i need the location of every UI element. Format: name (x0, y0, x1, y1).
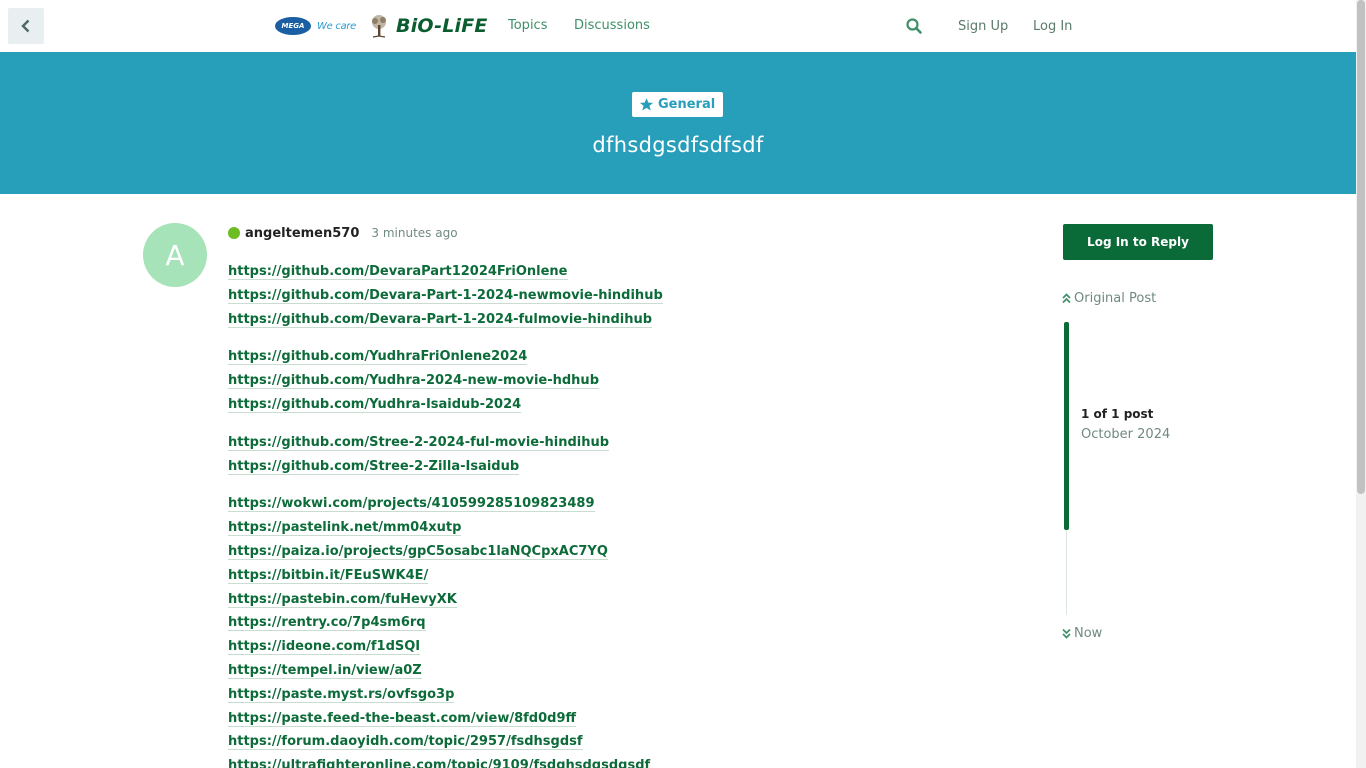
post-link[interactable]: https://paiza.io/projects/gpC5osabc1laNQ… (228, 543, 608, 560)
list-item: https://ideone.com/f1dSQI (228, 635, 988, 659)
star-icon (639, 98, 654, 111)
post-link[interactable]: https://ultrafighteronline.com/topic/910… (228, 758, 651, 768)
login-link[interactable]: Log In (1033, 19, 1072, 34)
list-item: https://ultrafighteronline.com/topic/910… (228, 754, 988, 768)
list-item: https://forum.daoyidh.com/topic/2957/fsd… (228, 730, 988, 754)
post-link[interactable]: https://ideone.com/f1dSQI (228, 639, 421, 656)
list-item: https://paste.feed-the-beast.com/view/8f… (228, 707, 988, 731)
back-button[interactable] (8, 8, 44, 44)
category-badge[interactable]: General (632, 92, 724, 117)
list-item: https://github.com/Stree-2-2024-ful-movi… (228, 431, 988, 455)
list-item: https://bitbin.it/FEuSWK4E/ (228, 564, 988, 588)
post-link[interactable]: https://github.com/DevaraPart12024FriOnl… (228, 264, 568, 280)
biolife-logo-text: BiO-LiFE (396, 15, 488, 37)
link-group: https://github.com/DevaraPart12024FriOnl… (228, 260, 988, 331)
now-link[interactable]: Now (1062, 626, 1102, 641)
list-item: https://paste.myst.rs/ovfsgo3p (228, 683, 988, 707)
avatar[interactable]: A (143, 223, 207, 287)
list-item: https://rentry.co/7p4sm6rq (228, 611, 988, 635)
post-link[interactable]: https://github.com/Stree-2-2024-ful-movi… (228, 434, 610, 451)
list-item: https://wokwi.com/projects/4105992851098… (228, 492, 988, 516)
list-item: https://github.com/Yudhra-Isaidub-2024 (228, 393, 988, 417)
link-group: https://wokwi.com/projects/4105992851098… (228, 492, 988, 768)
site-header: MEGA We care BiO-LiFE Topics Discussions… (0, 0, 1356, 52)
scrollbar-thumb[interactable] (1357, 0, 1365, 494)
post-link[interactable]: https://github.com/Yudhra-2024-new-movie… (228, 373, 599, 390)
post-link[interactable]: https://github.com/Devara-Part-1-2024-fu… (228, 311, 653, 328)
post-link[interactable]: https://github.com/Yudhra-Isaidub-2024 (228, 396, 522, 413)
post-content: https://github.com/DevaraPart12024FriOnl… (228, 260, 988, 768)
post-link[interactable]: https://rentry.co/7p4sm6rq (228, 615, 426, 632)
post-link[interactable]: https://pastebin.com/fuHevyXK (228, 591, 457, 608)
original-post-label: Original Post (1074, 291, 1157, 306)
list-item: https://tempel.in/view/a0Z (228, 659, 988, 683)
post-meta: angeltemen570 3 minutes ago (228, 224, 458, 242)
post-link[interactable]: https://github.com/Devara-Part-1-2024-ne… (228, 287, 663, 304)
list-item: https://paiza.io/projects/gpC5osabc1laNQ… (228, 540, 988, 564)
nav-topics[interactable]: Topics (508, 18, 547, 33)
login-to-reply-button[interactable]: Log In to Reply (1063, 224, 1213, 260)
topic-title: dfhsdgsdfsdfsdf (592, 133, 764, 157)
timeline-post-count: 1 of 1 post (1081, 407, 1154, 421)
link-group: https://github.com/Stree-2-2024-ful-movi… (228, 431, 988, 479)
post-link[interactable]: https://tempel.in/view/a0Z (228, 662, 422, 679)
post-link[interactable]: https://paste.myst.rs/ovfsgo3p (228, 686, 455, 703)
list-item: https://github.com/Stree-2-Zilla-Isaidub (228, 455, 988, 479)
nav-discussions[interactable]: Discussions (574, 18, 650, 33)
topic-banner: General dfhsdgsdfsdfsdf (0, 52, 1356, 194)
wecare-logo-text: We care (317, 20, 357, 32)
username[interactable]: angeltemen570 (245, 226, 359, 241)
mega-logo: MEGA (275, 17, 311, 35)
list-item: https://github.com/YudhraFriOnlene2024 (228, 345, 988, 369)
signup-link[interactable]: Sign Up (958, 19, 1008, 34)
timeline-date: October 2024 (1081, 427, 1171, 442)
post-time[interactable]: 3 minutes ago (371, 226, 457, 240)
now-label: Now (1074, 626, 1103, 641)
post-link[interactable]: https://github.com/YudhraFriOnlene2024 (228, 349, 528, 366)
category-label: General (658, 97, 716, 112)
post-link[interactable]: https://paste.feed-the-beast.com/view/8f… (228, 710, 577, 727)
double-chevron-up-icon (1062, 293, 1071, 304)
site-logo[interactable]: MEGA We care BiO-LiFE (275, 12, 488, 40)
post-link[interactable]: https://bitbin.it/FEuSWK4E/ (228, 567, 429, 584)
post-link[interactable]: https://github.com/Stree-2-Zilla-Isaidub (228, 458, 520, 475)
tree-icon (372, 15, 387, 38)
list-item: https://pastebin.com/fuHevyXK (228, 588, 988, 612)
post-link[interactable]: https://pastelink.net/mm04xutp (228, 520, 462, 537)
list-item: https://github.com/Yudhra-2024-new-movie… (228, 369, 988, 393)
double-chevron-down-icon (1062, 628, 1071, 639)
list-item: https://github.com/Devara-Part-1-2024-fu… (228, 308, 988, 332)
post-link[interactable]: https://wokwi.com/projects/4105992851098… (228, 496, 595, 513)
page-scrollbar[interactable] (1356, 0, 1366, 768)
post-link[interactable]: https://forum.daoyidh.com/topic/2957/fsd… (228, 734, 583, 751)
online-status-icon (228, 227, 240, 239)
search-icon[interactable] (905, 17, 923, 35)
link-group: https://github.com/YudhraFriOnlene2024 ht… (228, 345, 988, 416)
chevron-left-icon (21, 19, 30, 33)
timeline-scroller[interactable] (1064, 322, 1069, 530)
list-item: https://pastelink.net/mm04xutp (228, 516, 988, 540)
list-item: https://github.com/Devara-Part-1-2024-ne… (228, 284, 988, 308)
original-post-link[interactable]: Original Post (1062, 291, 1156, 306)
list-item: https://github.com/DevaraPart12024FriOnl… (228, 260, 988, 284)
